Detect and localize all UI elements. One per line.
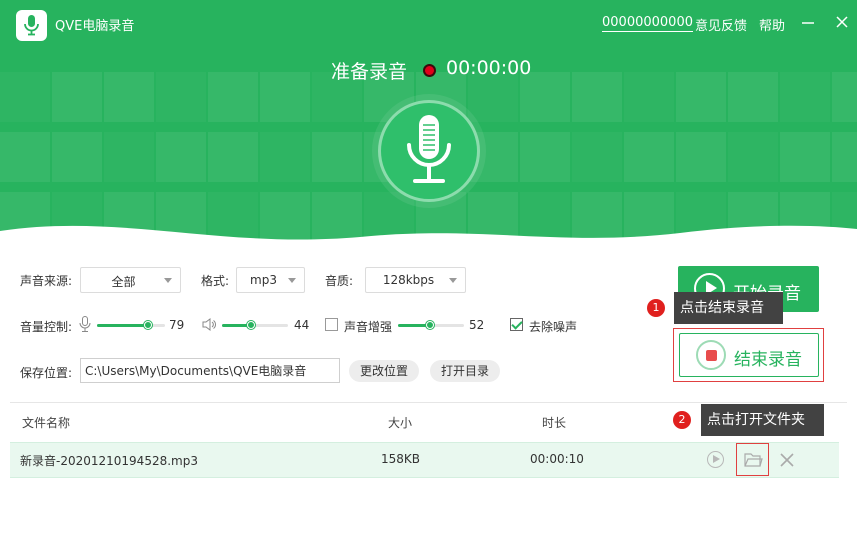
background-tile (728, 132, 778, 182)
background-tile (572, 132, 622, 182)
wave-decoration (0, 225, 857, 250)
column-header-name: 文件名称 (22, 416, 71, 430)
open-directory-button[interactable]: 打开目录 (430, 360, 500, 382)
speaker-icon (202, 318, 216, 331)
column-header-size: 大小 (388, 416, 413, 430)
open-folder-button[interactable] (736, 443, 769, 476)
boost-slider[interactable] (398, 319, 464, 331)
stop-icon (696, 340, 726, 370)
change-location-button[interactable]: 更改位置 (349, 360, 419, 382)
background-tile (780, 132, 830, 182)
format-label: 格式: (201, 274, 230, 288)
background-tile (52, 132, 102, 182)
play-icon[interactable] (707, 451, 724, 468)
file-size: 158KB (381, 452, 421, 466)
minimize-icon[interactable] (800, 14, 816, 30)
mic-volume-slider[interactable] (97, 319, 165, 331)
stop-square (706, 350, 717, 361)
background-tile (156, 132, 206, 182)
denoise-checkbox[interactable] (510, 318, 523, 331)
stop-recording-button[interactable]: 结束录音 (679, 333, 819, 377)
volume-label: 音量控制: (20, 320, 73, 334)
close-icon[interactable] (834, 14, 850, 30)
chevron-down-icon (164, 278, 172, 283)
background-tile (624, 132, 674, 182)
table-divider (10, 402, 847, 403)
folder-icon (744, 453, 763, 467)
chevron-down-icon (288, 278, 296, 283)
tip-open-folder: 点击打开文件夹 (701, 404, 824, 436)
quality-label: 音质: (325, 274, 354, 288)
record-indicator-icon (423, 64, 436, 77)
chevron-down-icon (449, 278, 457, 283)
speaker-volume-slider[interactable] (222, 319, 288, 331)
background-tile (312, 132, 362, 182)
microphone-icon (407, 115, 451, 183)
background-tile (260, 132, 310, 182)
speaker-volume-value: 44 (294, 318, 310, 332)
app-logo (16, 10, 47, 41)
microphone-icon (24, 15, 39, 36)
microphone-button[interactable] (378, 100, 480, 202)
tip-number-badge: 1 (647, 299, 665, 317)
status-row: 准备录音 00:00:00 (0, 57, 857, 83)
background-tile (208, 132, 258, 182)
header-banner: QVE电脑录音 00000000000 意见反馈 帮助 准备录音 00:00:0… (0, 0, 857, 250)
microphone-icon (79, 316, 91, 332)
feedback-link[interactable]: 意见反馈 (695, 15, 747, 34)
background-tile (520, 132, 570, 182)
boost-label: 声音增强 (344, 320, 393, 334)
file-duration: 00:00:10 (530, 452, 584, 466)
background-tile (832, 132, 857, 182)
slider-knob[interactable] (144, 321, 152, 329)
column-header-duration: 时长 (542, 416, 567, 430)
boost-value: 52 (469, 318, 485, 332)
slider-knob[interactable] (426, 321, 434, 329)
background-tile (104, 132, 154, 182)
quality-select[interactable]: 128kbps (365, 267, 466, 293)
boost-checkbox[interactable] (325, 318, 338, 331)
help-link[interactable]: 帮助 (759, 15, 785, 34)
file-name: 新录音-20201210194528.mp3 (20, 454, 198, 468)
app-title: QVE电脑录音 (55, 19, 135, 34)
source-select[interactable]: 全部 (80, 267, 181, 293)
slider-fill (97, 324, 149, 327)
source-label: 声音来源: (20, 274, 73, 288)
tip-number-badge: 2 (673, 411, 691, 429)
save-path-input[interactable] (80, 358, 340, 383)
denoise-label: 去除噪声 (529, 320, 578, 334)
save-location-label: 保存位置: (20, 366, 73, 380)
delete-icon[interactable] (779, 452, 795, 468)
tip-stop-recording: 点击结束录音 (674, 292, 783, 324)
account-link[interactable]: 00000000000 (602, 15, 693, 32)
mic-volume-value: 79 (169, 318, 185, 332)
status-text: 准备录音 (331, 61, 408, 83)
background-tile (676, 132, 726, 182)
timer: 00:00:00 (446, 57, 532, 79)
format-select[interactable]: mp3 (236, 267, 305, 293)
stop-recording-label: 结束录音 (734, 350, 802, 370)
slider-knob[interactable] (247, 321, 255, 329)
background-tile (0, 132, 50, 182)
